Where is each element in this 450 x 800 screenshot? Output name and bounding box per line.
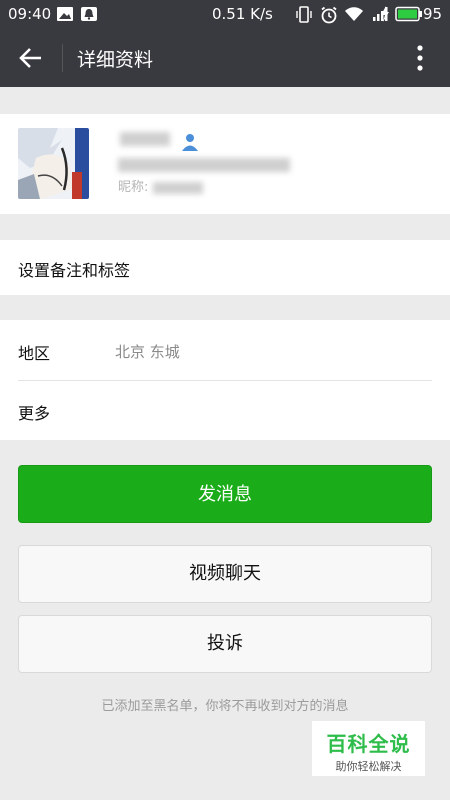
watermark-sub-text: 助你轻松解决 (335, 760, 402, 773)
region-value: 北京 东城 (115, 343, 180, 361)
region-label: 地区 (18, 344, 51, 363)
wifi-icon (345, 7, 363, 21)
charging-icon (381, 6, 389, 22)
remark-tags-row[interactable]: 设置备注和标签 (0, 240, 450, 295)
remark-tags-label: 设置备注和标签 (18, 261, 131, 280)
blurred-nickname (152, 181, 203, 194)
avatar[interactable] (18, 128, 89, 199)
network-speed: 0.51 K/s (212, 5, 273, 23)
back-arrow-icon[interactable] (18, 45, 44, 71)
alarm-icon (321, 6, 337, 24)
person-contact-icon (182, 134, 198, 151)
status-time: 09:40 (8, 5, 52, 23)
profile-card[interactable] (0, 114, 450, 214)
vibrate-icon (296, 6, 312, 23)
blurred-name (120, 132, 170, 146)
report-button[interactable]: 投诉 (18, 615, 432, 673)
row-divider (18, 380, 432, 381)
battery-level: 95 (423, 5, 443, 23)
blacklist-notice: 已添加至黑名单，你将不再收到对方的消息 (101, 699, 349, 714)
watermark-logo: 百科全说 助你轻松解决 (312, 721, 425, 776)
image-notification-icon (57, 7, 73, 21)
nickname-row: 昵称: (118, 176, 203, 195)
page-title: 详细资料 (77, 49, 154, 71)
battery-icon (395, 6, 422, 22)
title-bar: 详细资料 (0, 29, 450, 87)
more-label[interactable]: 更多 (18, 400, 50, 424)
watermark-main-text: 百科全说 (326, 732, 411, 756)
video-chat-button[interactable]: 视频聊天 (18, 545, 432, 603)
blurred-wechat-id (118, 158, 290, 172)
status-bar: 09:40 0.51 K/s 95 (0, 0, 450, 29)
bell-notification-icon (81, 7, 97, 21)
nickname-label: 昵称: (118, 180, 149, 195)
title-separator (62, 44, 63, 72)
more-vertical-icon[interactable] (410, 43, 430, 73)
info-group: 地区 北京 东城 更多 (0, 320, 450, 440)
send-message-button[interactable]: 发消息 (18, 465, 432, 523)
